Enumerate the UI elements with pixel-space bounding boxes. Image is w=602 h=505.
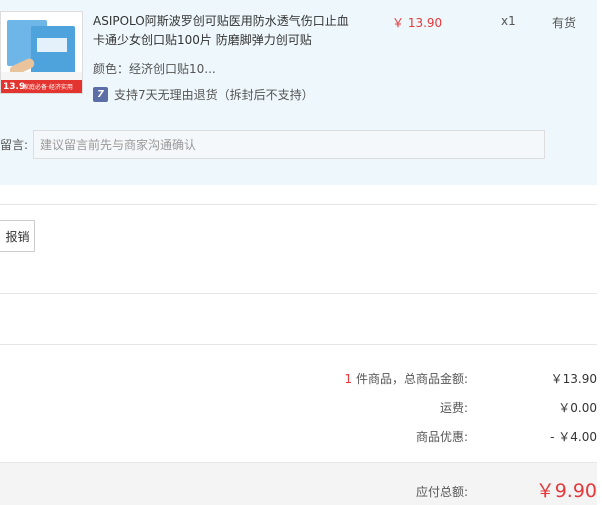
stock-status: 有货: [552, 16, 577, 30]
discount-label: 商品优惠:: [415, 430, 468, 444]
invoice-button[interactable]: 报销: [0, 220, 35, 252]
summary-discount-row: 商品优惠: - ￥4.00: [0, 428, 597, 448]
product-image-tag-text: 家庭必备·经济实用: [23, 84, 73, 91]
divider: [0, 293, 597, 294]
item-count-suffix: 件商品，总商品金额:: [352, 372, 468, 386]
divider: [0, 204, 597, 205]
product-panel: 13.9 家庭必备·经济实用 ASIPOLO阿斯波罗创可贴医用防水透气伤口止血卡…: [0, 0, 597, 185]
product-color-spec: 颜色：经济创口贴10...: [93, 62, 216, 76]
summary-shipping-row: 运费: ￥0.00: [0, 399, 597, 419]
product-title-link[interactable]: ASIPOLO阿斯波罗创可贴医用防水透气伤口止血卡通少女创口贴100片 防磨脚弹…: [93, 12, 353, 50]
product-image-band: [1, 72, 82, 80]
seven-day-return-icon: 7: [93, 87, 108, 102]
divider: [0, 344, 597, 345]
return-policy-text: 支持7天无理由退货（拆封后不支持）: [114, 88, 314, 102]
memo-input[interactable]: [33, 130, 545, 159]
product-image-label: [37, 38, 67, 52]
unit-price: ￥ 13.90: [392, 16, 443, 30]
shipping-label: 运费:: [439, 401, 468, 415]
item-count: 1: [344, 372, 353, 386]
memo-label: 留言:: [0, 138, 29, 152]
payable-label: 应付总额:: [415, 485, 468, 499]
product-image-price-tag: 13.9: [3, 82, 26, 92]
payable-total-bar: 应付总额: ￥9.90: [0, 462, 597, 505]
items-total-value: ￥13.90: [550, 372, 597, 386]
payable-value: ￥9.90: [535, 480, 597, 502]
discount-value: - ￥4.00: [550, 430, 597, 444]
return-policy: 7 支持7天无理由退货（拆封后不支持）: [93, 86, 314, 103]
product-thumbnail[interactable]: 13.9 家庭必备·经济实用: [0, 11, 83, 94]
shipping-value: ￥0.00: [558, 401, 597, 415]
summary-items-row: 1 件商品，总商品金额: ￥13.90: [0, 370, 598, 390]
quantity: x1: [501, 14, 516, 28]
items-total-label: 1 件商品，总商品金额:: [345, 370, 469, 387]
